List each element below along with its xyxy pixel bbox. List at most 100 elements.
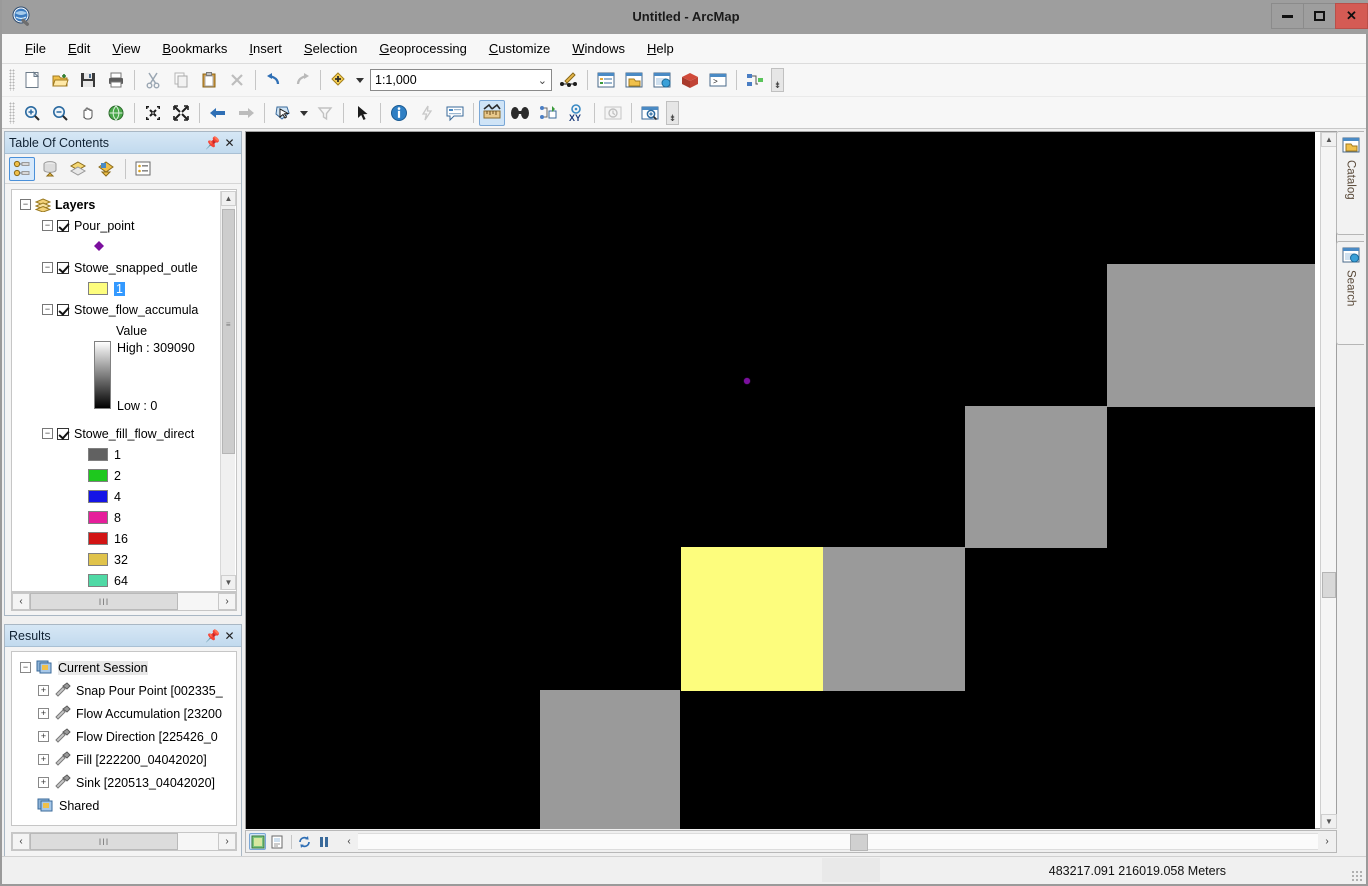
layer-visibility-checkbox[interactable] bbox=[57, 219, 69, 232]
toc-horizontal-scrollbar[interactable]: ‹ III › bbox=[11, 592, 237, 611]
toc-vertical-scrollbar[interactable]: ▲ ≡ ▼ bbox=[220, 191, 236, 590]
legend-swatch[interactable] bbox=[88, 553, 108, 566]
toc-scroll-thumb[interactable]: ≡ bbox=[222, 209, 235, 454]
results-tree[interactable]: − Current Session + Snap Pour Point [002… bbox=[11, 651, 237, 826]
create-viewer-window-icon[interactable] bbox=[637, 100, 663, 126]
expander-icon[interactable]: − bbox=[20, 199, 31, 210]
toc-layer-stowe-flow-accumulation[interactable]: − Stowe_flow_accumula bbox=[16, 299, 224, 320]
new-map-icon[interactable] bbox=[19, 67, 45, 93]
results-node-flow-direction[interactable]: + Flow Direction [225426_0 bbox=[16, 725, 236, 748]
legend-class-label[interactable]: 32 bbox=[114, 553, 128, 567]
scroll-down-icon[interactable]: ▼ bbox=[1321, 814, 1337, 829]
toolbar-overflow-button[interactable]: ⇟ bbox=[771, 68, 784, 92]
scroll-left-icon[interactable]: ‹ bbox=[340, 833, 358, 850]
legend-class-label[interactable]: 1 bbox=[114, 281, 125, 296]
maximize-button[interactable] bbox=[1303, 3, 1336, 29]
editor-toolbar-icon[interactable] bbox=[556, 67, 582, 93]
results-node-fill[interactable]: + Fill [222200_04042020] bbox=[16, 748, 236, 771]
legend-class-label[interactable]: 8 bbox=[114, 511, 121, 525]
map-view[interactable]: ▲ ▼ bbox=[245, 131, 1337, 829]
scroll-right-icon[interactable]: › bbox=[1318, 833, 1336, 850]
scroll-down-icon[interactable]: ▼ bbox=[221, 575, 236, 590]
full-extent-icon[interactable] bbox=[103, 100, 129, 126]
expander-icon[interactable]: + bbox=[38, 754, 49, 765]
menu-geoprocessing[interactable]: Geoprocessing bbox=[368, 37, 477, 60]
scroll-up-icon[interactable]: ▲ bbox=[1321, 132, 1337, 147]
close-button[interactable]: ✕ bbox=[1335, 3, 1368, 29]
results-node-sink[interactable]: + Sink [220513_04042020] bbox=[16, 771, 236, 794]
menu-view[interactable]: View bbox=[101, 37, 151, 60]
select-features-icon[interactable] bbox=[270, 100, 296, 126]
expander-icon[interactable]: + bbox=[38, 708, 49, 719]
add-data-icon[interactable] bbox=[326, 67, 352, 93]
go-forward-icon[interactable] bbox=[233, 100, 259, 126]
legend-class-label[interactable]: 2 bbox=[114, 469, 121, 483]
paste-icon[interactable] bbox=[196, 67, 222, 93]
toc-legend-class[interactable]: 1 bbox=[16, 278, 224, 299]
close-icon[interactable]: ✕ bbox=[222, 135, 237, 151]
menu-edit[interactable]: Edit bbox=[57, 37, 101, 60]
legend-class-label[interactable]: 16 bbox=[114, 532, 128, 546]
legend-swatch[interactable] bbox=[88, 282, 108, 295]
map-hscroll-thumb[interactable] bbox=[850, 834, 868, 851]
menu-selection[interactable]: Selection bbox=[293, 37, 368, 60]
toc-hscroll-thumb[interactable]: III bbox=[30, 593, 178, 610]
map-hscroll-track[interactable] bbox=[358, 833, 1318, 851]
toc-symbol-pour-point[interactable] bbox=[16, 236, 224, 257]
map-horizontal-scrollbar[interactable]: ‹ › bbox=[340, 832, 1336, 851]
legend-class-label[interactable]: 64 bbox=[114, 574, 128, 588]
toc-legend-class[interactable]: 32 bbox=[16, 549, 224, 570]
menu-windows[interactable]: Windows bbox=[561, 37, 636, 60]
side-tab-search[interactable]: Search bbox=[1336, 241, 1364, 345]
legend-class-label[interactable]: 4 bbox=[114, 490, 121, 504]
hyperlink-icon[interactable] bbox=[414, 100, 440, 126]
options-icon[interactable] bbox=[130, 157, 156, 181]
expander-icon[interactable]: + bbox=[38, 731, 49, 742]
toolbar-grip[interactable] bbox=[9, 101, 15, 124]
legend-swatch[interactable] bbox=[88, 490, 108, 503]
redo-icon[interactable] bbox=[289, 67, 315, 93]
zoom-out-icon[interactable] bbox=[47, 100, 73, 126]
scroll-left-icon[interactable]: ‹ bbox=[12, 593, 30, 610]
close-icon[interactable]: ✕ bbox=[222, 628, 237, 644]
menu-bookmarks[interactable]: Bookmarks bbox=[151, 37, 238, 60]
list-by-source-icon[interactable] bbox=[37, 157, 63, 181]
python-window-icon[interactable]: > bbox=[705, 67, 731, 93]
scroll-right-icon[interactable]: › bbox=[218, 833, 236, 850]
map-canvas[interactable] bbox=[246, 132, 1315, 829]
go-to-xy-icon[interactable]: XY bbox=[563, 100, 589, 126]
undo-icon[interactable] bbox=[261, 67, 287, 93]
pin-icon[interactable]: 📌 bbox=[205, 135, 220, 151]
print-icon[interactable] bbox=[103, 67, 129, 93]
catalog-icon[interactable] bbox=[621, 67, 647, 93]
select-elements-icon[interactable] bbox=[349, 100, 375, 126]
legend-swatch[interactable] bbox=[88, 511, 108, 524]
toc-layer-stowe-fill-flow-direction[interactable]: − Stowe_fill_flow_direct bbox=[16, 423, 224, 444]
layout-view-icon[interactable] bbox=[268, 833, 285, 850]
find-icon[interactable] bbox=[507, 100, 533, 126]
fixed-zoom-out-icon[interactable] bbox=[168, 100, 194, 126]
minimize-button[interactable] bbox=[1271, 3, 1304, 29]
legend-class-label[interactable]: 1 bbox=[114, 448, 121, 462]
expander-icon[interactable]: − bbox=[42, 304, 53, 315]
results-horizontal-scrollbar[interactable]: ‹ III › bbox=[11, 832, 237, 851]
toolbar-grip[interactable] bbox=[9, 69, 15, 91]
pause-drawing-icon[interactable] bbox=[315, 833, 332, 850]
select-dropdown[interactable] bbox=[298, 100, 310, 126]
toc-legend-class[interactable]: 8 bbox=[16, 507, 224, 528]
results-node-shared[interactable]: Shared bbox=[16, 794, 236, 817]
toc-legend-class[interactable]: 16 bbox=[16, 528, 224, 549]
legend-swatch[interactable] bbox=[88, 448, 108, 461]
results-node-snap-pour-point[interactable]: + Snap Pour Point [002335_ bbox=[16, 679, 236, 702]
legend-swatch[interactable] bbox=[88, 532, 108, 545]
tools-overflow-button[interactable]: ⇟ bbox=[666, 100, 679, 125]
legend-swatch[interactable] bbox=[88, 469, 108, 482]
map-vertical-scrollbar[interactable]: ▲ ▼ bbox=[1320, 132, 1337, 829]
add-data-dropdown[interactable] bbox=[354, 67, 366, 93]
list-by-selection-icon[interactable] bbox=[93, 157, 119, 181]
color-ramp[interactable] bbox=[94, 341, 111, 409]
toc-layer-stowe-snapped-outlet[interactable]: − Stowe_snapped_outle bbox=[16, 257, 224, 278]
open-icon[interactable] bbox=[47, 67, 73, 93]
menu-file[interactable]: File bbox=[14, 37, 57, 60]
copy-icon[interactable] bbox=[168, 67, 194, 93]
